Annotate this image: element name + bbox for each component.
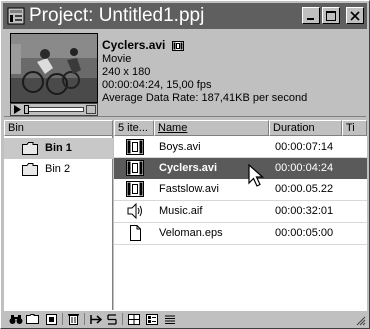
file-name: Fastslow.avi — [159, 183, 219, 195]
bin-column-header[interactable]: Bin — [4, 120, 113, 136]
list-view-button[interactable] — [162, 312, 177, 326]
clip-name: Cyclers.avi — [102, 38, 166, 52]
close-button[interactable] — [346, 7, 364, 24]
file-duration: 00:00:04:24 — [275, 162, 334, 174]
file-duration: 00:00:05:00 — [275, 227, 334, 239]
preview-scrub-track[interactable] — [24, 107, 84, 112]
clip-duration-fps: 00:00:04:24, 15,00 fps — [102, 79, 212, 91]
bin-item-1[interactable]: Bin 1 — [4, 138, 113, 159]
clip-info: Cyclers.avi Movie 240 x 180 00:00:04:24,… — [102, 39, 307, 105]
preview-controls — [10, 103, 98, 116]
clip-dimensions: 240 x 180 — [102, 66, 151, 78]
storyboard-button[interactable] — [104, 312, 119, 326]
clip-type: Movie — [102, 53, 132, 65]
thumbnail-image — [11, 34, 97, 102]
file-name: Veloman.eps — [159, 227, 223, 239]
folder-icon — [22, 142, 38, 155]
clear-button[interactable] — [66, 312, 81, 326]
project-window: Project: Untitled1.ppj Cyclers.avi Movie… — [0, 0, 370, 329]
new-bin-button[interactable] — [25, 312, 40, 326]
file-name: Music.aif — [159, 205, 203, 217]
bin-item-2[interactable]: Bin 2 — [4, 159, 113, 180]
bin-label: Bin 1 — [45, 142, 72, 154]
file-list: Boys.avi 00:00:07:14 Cyclers.avi 00:00:0… — [114, 136, 367, 310]
film-icon — [126, 139, 144, 155]
preview-area: Cyclers.avi Movie 240 x 180 00:00:04:24,… — [4, 31, 366, 117]
loop-icon[interactable] — [86, 105, 96, 114]
file-duration: 00:00:32:01 — [275, 205, 334, 217]
new-item-icon — [46, 313, 57, 325]
resize-grip-icon[interactable] — [354, 314, 366, 326]
mouse-pointer-icon — [248, 164, 264, 187]
file-row-fastslow[interactable]: Fastslow.avi 00:00.05.22 — [114, 179, 367, 200]
bin-label: Bin 2 — [45, 163, 71, 175]
clip-thumbnail — [10, 33, 98, 103]
play-icon[interactable] — [12, 105, 22, 114]
maximize-icon — [326, 10, 336, 21]
grid-view-icon — [127, 313, 140, 325]
duration-column-header[interactable]: Duration — [269, 120, 342, 136]
find-button[interactable] — [8, 312, 23, 326]
binoculars-icon — [9, 314, 22, 324]
title-bar[interactable]: Project: Untitled1.ppj — [3, 3, 367, 29]
storyboard-icon — [106, 313, 117, 325]
file-row-music[interactable]: Music.aif 00:00:32:01 — [114, 201, 367, 222]
toolbar-divider — [84, 313, 85, 325]
file-duration: 00:00.05.22 — [275, 183, 334, 195]
bottom-toolbar — [4, 310, 367, 327]
folder-icon — [26, 314, 39, 324]
document-icon — [130, 225, 141, 241]
toolbar-divider — [62, 313, 63, 325]
trash-icon — [68, 314, 79, 325]
speaker-icon — [127, 203, 142, 219]
close-icon — [350, 10, 360, 21]
project-icon — [7, 7, 25, 25]
film-icon — [172, 41, 185, 52]
name-column-header[interactable]: Name — [154, 120, 269, 136]
file-row-cyclers[interactable]: Cyclers.avi 00:00:04:24 — [114, 158, 367, 179]
item-count-header[interactable]: 5 ite... — [114, 120, 154, 136]
file-name: Boys.avi — [159, 141, 201, 153]
bin-list: Bin 1 Bin 2 — [4, 136, 113, 310]
extra-column-header[interactable]: Ti — [342, 120, 367, 136]
automate-button[interactable] — [88, 312, 103, 326]
minimize-icon — [307, 17, 314, 20]
list-view-icon — [164, 315, 175, 324]
icon-view-button[interactable] — [126, 312, 141, 326]
file-name: Cyclers.avi — [159, 162, 218, 174]
minimize-button[interactable] — [302, 7, 320, 24]
file-duration: 00:00:07:14 — [275, 141, 334, 153]
preview-scrub-thumb[interactable] — [24, 105, 29, 114]
film-icon — [126, 181, 144, 197]
window-title: Project: Untitled1.ppj — [29, 5, 205, 26]
thumbnail-view-button[interactable] — [144, 312, 159, 326]
maximize-button[interactable] — [322, 7, 340, 24]
new-item-button[interactable] — [44, 312, 59, 326]
automate-icon — [89, 314, 102, 324]
toolbar-divider — [122, 313, 123, 325]
folder-icon — [22, 163, 38, 176]
file-row-veloman[interactable]: Veloman.eps 00:00:05:00 — [114, 223, 367, 244]
film-icon — [126, 160, 144, 176]
clip-data-rate: Average Data Rate: 187,41KB per second — [102, 92, 308, 104]
row-divider — [114, 244, 367, 245]
thumbnail-view-icon — [145, 313, 158, 325]
file-row-boys[interactable]: Boys.avi 00:00:07:14 — [114, 137, 367, 158]
